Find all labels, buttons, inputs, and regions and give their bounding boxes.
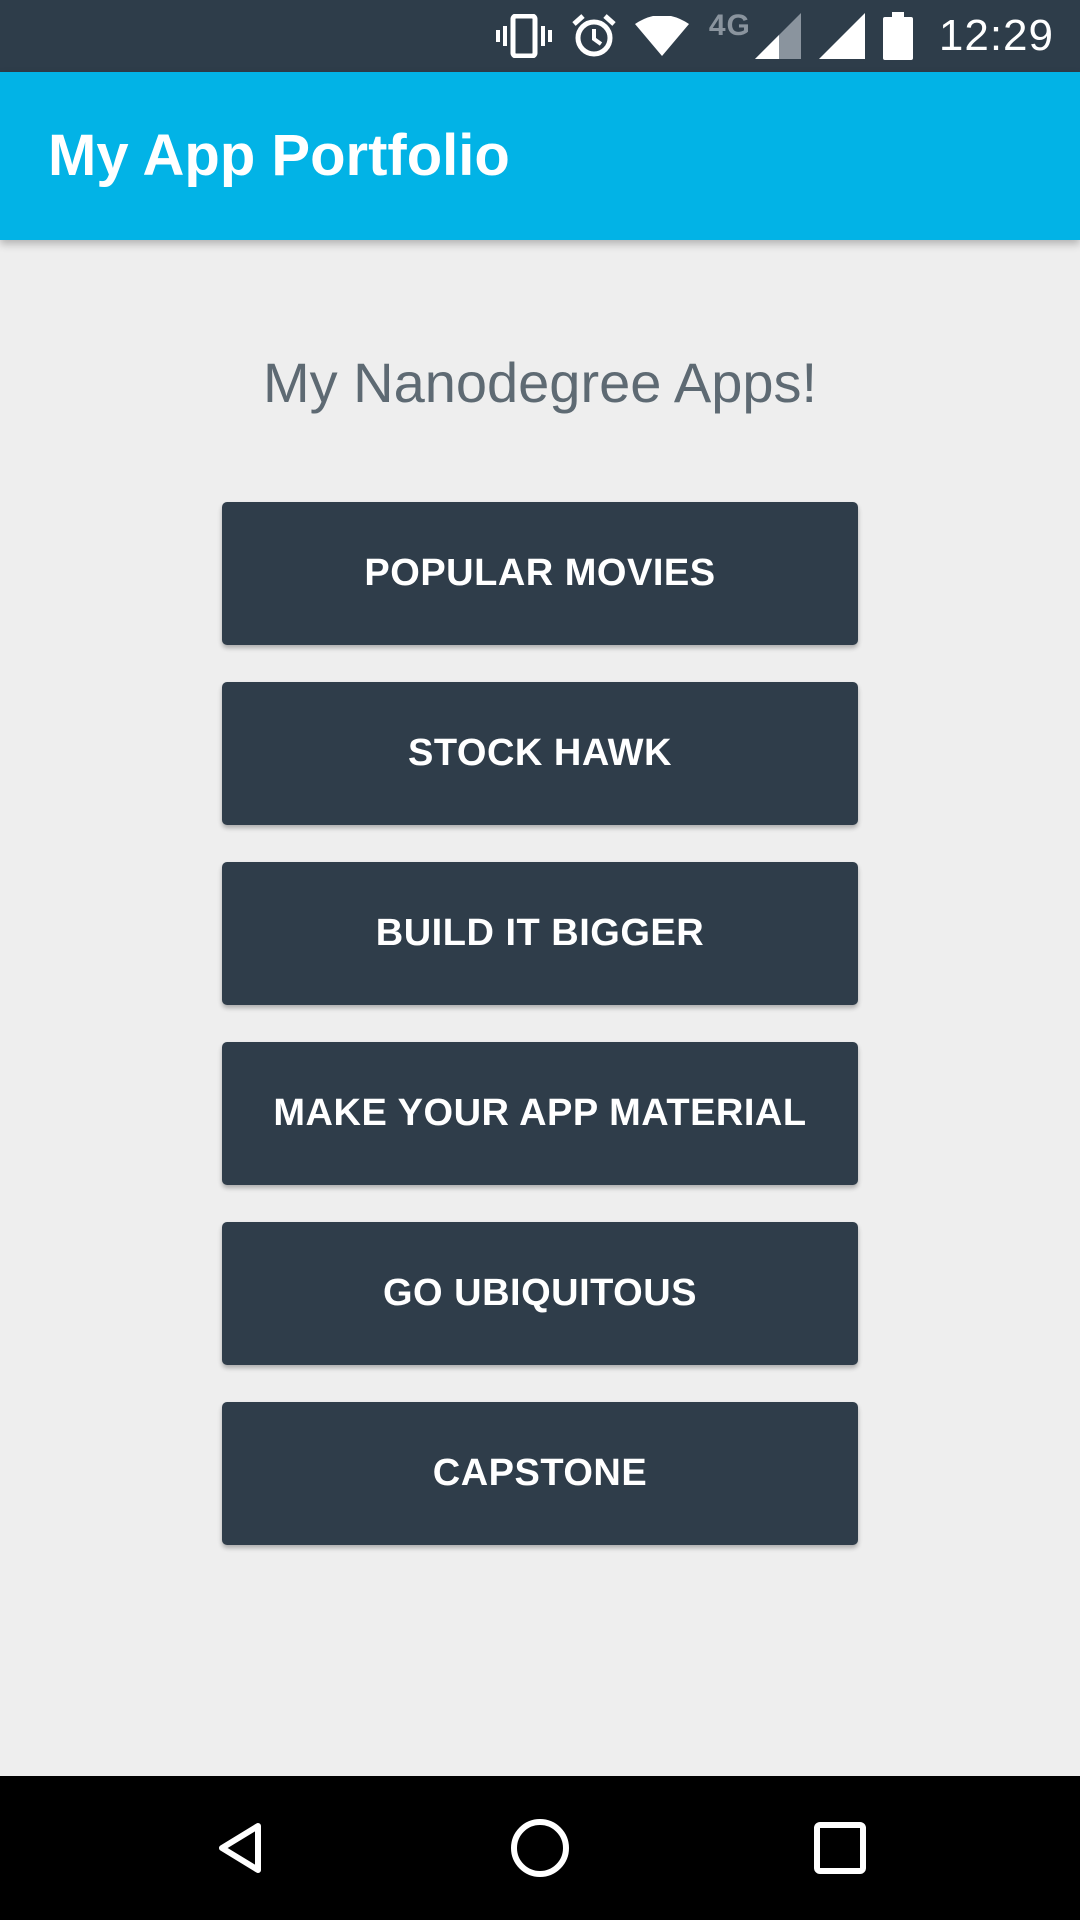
go-ubiquitous-button[interactable]: GO UBIQUITOUS: [222, 1222, 858, 1365]
make-your-app-material-button[interactable]: MAKE YOUR APP MATERIAL: [222, 1042, 858, 1185]
status-icons: 4G 12:29: [477, 9, 1054, 61]
battery-icon: [882, 12, 913, 60]
home-button[interactable]: [460, 1776, 620, 1920]
navigation-bar: [0, 1776, 1080, 1920]
back-button[interactable]: [160, 1776, 320, 1920]
app-bar: My App Portfolio: [0, 72, 1080, 240]
recents-button[interactable]: [760, 1776, 920, 1920]
vibrate-icon: [495, 14, 553, 58]
cell-signal-icon: [754, 13, 801, 59]
capstone-button[interactable]: CAPSTONE: [222, 1402, 858, 1545]
home-icon: [511, 1819, 569, 1877]
page-headline: My Nanodegree Apps!: [262, 351, 818, 414]
app-button-list: POPULAR MOVIES STOCK HAWK BUILD IT BIGGE…: [222, 502, 858, 1582]
wifi-icon: [634, 16, 689, 56]
status-bar: 4G 12:29: [0, 0, 1080, 72]
signal-icon: [818, 13, 865, 59]
back-icon: [219, 1823, 261, 1873]
build-it-bigger-button[interactable]: BUILD IT BIGGER: [222, 862, 858, 1005]
network-type-label: 4G: [708, 9, 751, 42]
app-title: My App Portfolio: [48, 123, 510, 188]
recents-icon: [814, 1822, 866, 1874]
alarm-icon: [571, 13, 617, 59]
main-content: My Nanodegree Apps! POPULAR MOVIES STOCK…: [0, 240, 1080, 1776]
popular-movies-button[interactable]: POPULAR MOVIES: [222, 502, 858, 645]
stock-hawk-button[interactable]: STOCK HAWK: [222, 682, 858, 825]
status-time: 12:29: [938, 11, 1054, 60]
